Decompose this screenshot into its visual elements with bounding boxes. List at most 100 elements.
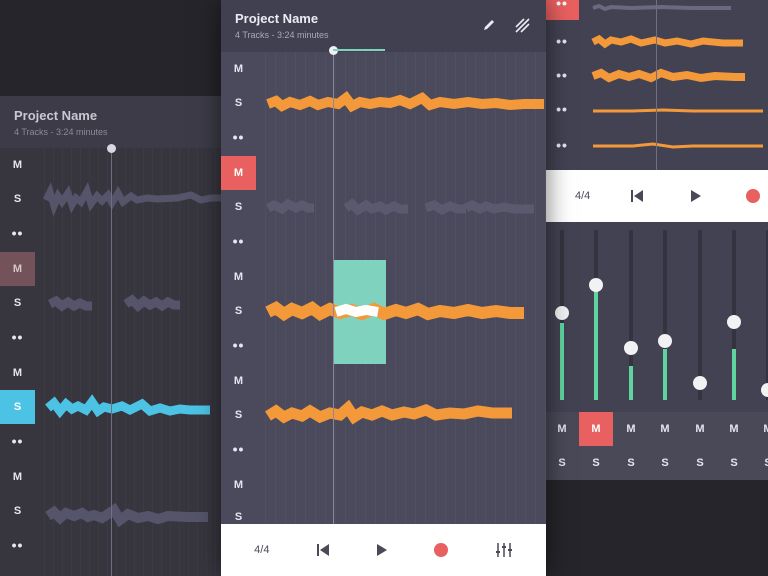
center-playhead[interactable]: [333, 52, 334, 524]
center-more-icon-1[interactable]: ••: [221, 120, 256, 154]
center-mute-button-5[interactable]: M: [221, 468, 256, 502]
left-mute-button-3[interactable]: M: [0, 356, 35, 390]
left-more-icon-1[interactable]: ••: [0, 216, 35, 250]
mixer-mute-button-5[interactable]: M: [683, 412, 717, 446]
center-track-lane-2: [256, 156, 546, 260]
center-waveform-3: [256, 260, 546, 364]
mixer-channel-5[interactable]: [698, 230, 702, 400]
loop-range-indicator[interactable]: [333, 49, 385, 51]
mixer-solo-button-7[interactable]: S: [751, 446, 768, 480]
left-track-lane-3: [36, 356, 230, 460]
center-solo-button-4[interactable]: S: [221, 398, 256, 432]
center-transport-bar: 4/4: [221, 524, 546, 576]
mixer-channel-6[interactable]: [732, 230, 736, 400]
left-mute-button-4[interactable]: M: [0, 460, 35, 494]
mixer-solo-button-1[interactable]: S: [545, 446, 579, 480]
right-record-icon[interactable]: [746, 189, 760, 203]
mixer-mute-button-3[interactable]: M: [614, 412, 648, 446]
mixer-level-2: [594, 289, 598, 400]
settings-slashes-icon[interactable]: [514, 17, 530, 33]
right-waveforms: [579, 0, 768, 170]
mixer-mute-button-6[interactable]: M: [717, 412, 751, 446]
right-more-icon-2[interactable]: ••: [545, 58, 579, 92]
mixer-solo-button-3[interactable]: S: [614, 446, 648, 480]
right-time-signature[interactable]: 4/4: [575, 190, 590, 202]
right-track-overview: •• •• •• •• ••: [545, 0, 768, 170]
left-solo-button-3[interactable]: S: [0, 390, 35, 424]
edit-icon[interactable]: [482, 18, 496, 32]
mixer-level-6: [732, 349, 736, 400]
center-mute-button-3[interactable]: M: [221, 260, 256, 294]
right-more-icon-4[interactable]: ••: [545, 128, 579, 162]
center-mute-button-2[interactable]: M: [221, 156, 256, 190]
right-playhead[interactable]: [656, 0, 657, 170]
center-track-screen: Project Name 4 Tracks - 3:24 minutes M S…: [221, 0, 546, 576]
center-track-lane-3: [256, 260, 546, 364]
right-more-icon-1[interactable]: ••: [545, 24, 579, 58]
right-play-icon[interactable]: [690, 189, 702, 203]
mixer-fader-knob-3[interactable]: [624, 341, 638, 355]
record-icon[interactable]: [434, 543, 448, 557]
center-mute-button-1[interactable]: M: [221, 52, 256, 86]
center-more-icon-3[interactable]: ••: [221, 328, 256, 362]
right-mute-button-1[interactable]: ••: [545, 0, 579, 20]
mixer-level-4: [663, 349, 667, 400]
left-playhead-handle[interactable]: [107, 144, 116, 153]
mixer-level-1: [560, 323, 564, 400]
skip-back-icon[interactable]: [316, 543, 330, 557]
mixer-mute-button-1[interactable]: M: [545, 412, 579, 446]
left-solo-button-2[interactable]: S: [0, 286, 35, 320]
center-solo-button-1[interactable]: S: [221, 86, 256, 120]
left-waveform-4: [36, 460, 230, 576]
center-waveform-4: [256, 364, 546, 468]
play-icon[interactable]: [376, 543, 388, 557]
left-waveform-2: [36, 252, 230, 356]
center-waveform-1: [256, 52, 546, 156]
mixer-fader-knob-6[interactable]: [727, 315, 741, 329]
mixer-mute-row: MMMMMMM: [545, 412, 768, 446]
center-solo-button-2[interactable]: S: [221, 190, 256, 224]
mixer-fader-knob-4[interactable]: [658, 334, 672, 348]
left-more-icon-2[interactable]: ••: [0, 320, 35, 354]
mixer-channel-2[interactable]: [594, 230, 598, 400]
left-header: Project Name 4 Tracks - 3:24 minutes: [0, 96, 230, 148]
mixer-channel-4[interactable]: [663, 230, 667, 400]
center-solo-button-3[interactable]: S: [221, 294, 256, 328]
mixer-fader-knob-1[interactable]: [555, 306, 569, 320]
left-track-lane-1: [36, 148, 230, 252]
left-playhead[interactable]: [111, 148, 112, 576]
left-mute-button-2[interactable]: M: [0, 252, 35, 286]
center-header: Project Name 4 Tracks - 3:24 minutes: [221, 0, 546, 52]
center-more-icon-2[interactable]: ••: [221, 224, 256, 258]
left-more-icon-3[interactable]: ••: [0, 424, 35, 458]
left-mute-button-1[interactable]: M: [0, 148, 35, 182]
center-mute-button-4[interactable]: M: [221, 364, 256, 398]
mixer-mute-button-7[interactable]: M: [751, 412, 768, 446]
left-solo-button-1[interactable]: S: [0, 182, 35, 216]
mixer-channel-3[interactable]: [629, 230, 633, 400]
mixer-fader-knob-5[interactable]: [693, 376, 707, 390]
mixer-icon[interactable]: [495, 542, 513, 558]
center-more-icon-4[interactable]: ••: [221, 432, 256, 466]
left-solo-button-4[interactable]: S: [0, 494, 35, 528]
center-track-lane-4: [256, 364, 546, 468]
mixer-level-3: [629, 366, 633, 400]
mixer-channel-1[interactable]: [560, 230, 564, 400]
right-skip-back-icon[interactable]: [630, 189, 644, 203]
left-track-screen: Project Name 4 Tracks - 3:24 minutes M S…: [0, 96, 230, 576]
left-project-subtitle: 4 Tracks - 3:24 minutes: [14, 127, 216, 137]
mixer-solo-button-4[interactable]: S: [648, 446, 682, 480]
mixer-mute-button-4[interactable]: M: [648, 412, 682, 446]
time-signature[interactable]: 4/4: [254, 544, 269, 556]
right-more-icon-3[interactable]: ••: [545, 92, 579, 126]
mixer-solo-button-2[interactable]: S: [579, 446, 613, 480]
right-mixer-screen: •• •• •• •• •• 4/4 MMMMMMM SSSSSSS: [545, 0, 768, 480]
mixer-solo-button-6[interactable]: S: [717, 446, 751, 480]
left-waveform-1: [36, 148, 230, 252]
mixer-mute-button-2[interactable]: M: [579, 412, 613, 446]
mixer-fader-knob-7[interactable]: [761, 383, 768, 397]
mixer-fader-knob-2[interactable]: [589, 278, 603, 292]
left-more-icon-4[interactable]: ••: [0, 528, 35, 562]
mixer-solo-button-5[interactable]: S: [683, 446, 717, 480]
left-track-lane-2: [36, 252, 230, 356]
